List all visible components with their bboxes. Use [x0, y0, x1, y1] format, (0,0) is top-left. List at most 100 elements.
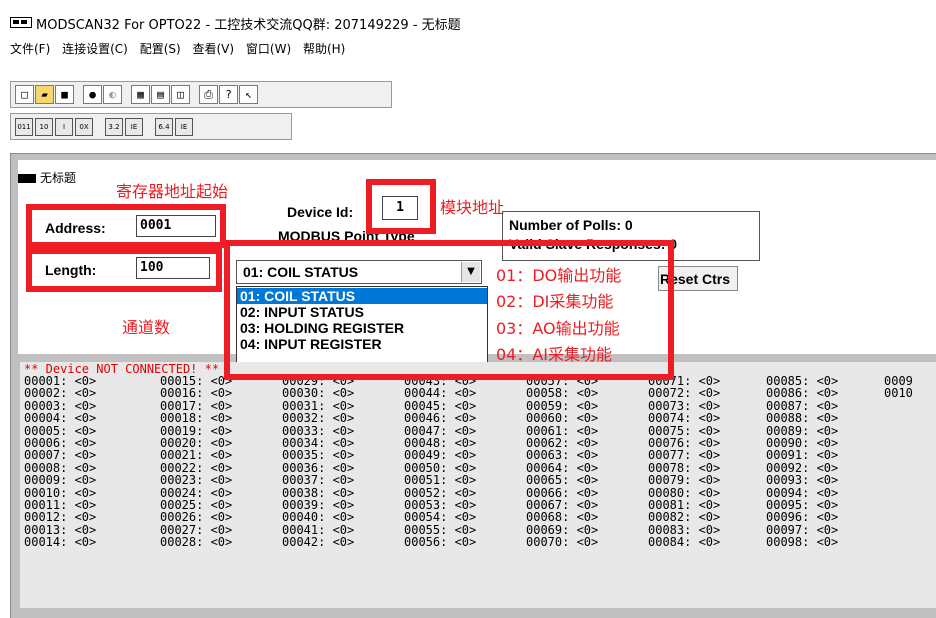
new-file-icon[interactable]: □: [15, 85, 34, 104]
register-cell: 00080: <0>: [648, 485, 721, 500]
address-highlight: [26, 204, 226, 248]
register-cell: 00067: <0>: [526, 498, 599, 512]
register-cell: 00065: <0>: [526, 473, 599, 488]
register-cell: 00034: <0>: [282, 436, 355, 450]
menu-connection[interactable]: 连接设置(C): [62, 42, 128, 56]
child-window-title: 无标题: [40, 171, 77, 185]
register-cell: 00098: <0>: [766, 535, 839, 550]
register-cell: 0010: [884, 386, 913, 401]
register-cell: 00042: <0>: [282, 535, 355, 550]
register-display: ** Device NOT CONNECTED! ** 00001: <0> 00…: [20, 362, 936, 608]
register-cell: 00052: <0>: [404, 485, 477, 500]
new-window-icon[interactable]: ▤: [151, 85, 170, 104]
register-row: 00006: <0> 00020: <0> 00034: <0> 00048: <0>…: [20, 437, 936, 449]
toolbar-main: □ ▰ ■ ● ◐ ▦ ▤ ◫ ⎙ ? ↖: [10, 81, 392, 108]
register-cell: 00056: <0>: [404, 535, 477, 550]
register-row: 00004: <0> 00018: <0> 00032: <0> 00046: <0>…: [20, 412, 936, 424]
register-cell: 00079: <0>: [648, 473, 721, 488]
register-cell: 00011: <0>: [24, 498, 97, 512]
register-cell: 00069: <0>: [526, 522, 599, 537]
register-cell: 00004: <0>: [24, 411, 97, 426]
menu-file[interactable]: 文件(F): [10, 42, 50, 56]
toolbar-format: 011 10 I 0X 3.2 IE 6.4 IE: [10, 113, 292, 140]
register-cell: 00048: <0>: [404, 436, 477, 450]
window-title: MODSCAN32 For OPTO22 - 工控技术交流QQ群: 207149…: [36, 18, 461, 33]
register-cell: 00005: <0>: [24, 423, 97, 438]
disconnect-icon[interactable]: ◐: [103, 85, 122, 104]
register-cell: 00001: <0>: [24, 374, 97, 388]
annotation-address-start: 寄存器地址起始: [116, 182, 229, 201]
register-row: 00012: <0> 00026: <0> 00040: <0> 00054: <0>…: [20, 511, 936, 523]
save-icon[interactable]: ■: [55, 85, 74, 104]
binary-format-icon[interactable]: 011: [15, 118, 33, 136]
swapped-double-icon[interactable]: IE: [175, 118, 193, 136]
tile-windows-icon[interactable]: ◫: [171, 85, 190, 104]
context-help-icon[interactable]: ↖: [239, 85, 258, 104]
menu-window[interactable]: 窗口(W): [246, 42, 291, 56]
register-cell: 00051: <0>: [404, 473, 477, 488]
float-format-icon[interactable]: 3.2: [105, 118, 123, 136]
register-cell: 00090: <0>: [766, 436, 839, 450]
register-cell: 00093: <0>: [766, 473, 839, 488]
register-cell: 00009: <0>: [24, 473, 97, 488]
connect-icon[interactable]: ●: [83, 85, 102, 104]
open-folder-icon[interactable]: ▰: [35, 85, 54, 104]
menu-help[interactable]: 帮助(H): [303, 42, 345, 56]
register-row: 00008: <0> 00022: <0> 00036: <0> 00050: <0>…: [20, 462, 936, 474]
register-cell: 00059: <0>: [526, 398, 599, 413]
menu-view[interactable]: 查看(V): [193, 42, 235, 56]
register-cell: 00013: <0>: [24, 522, 97, 537]
register-cell: 00047: <0>: [404, 423, 477, 438]
register-row: 00009: <0> 00023: <0> 00037: <0> 00051: <0>…: [20, 474, 936, 486]
register-cell: 00070: <0>: [526, 535, 599, 550]
annotation-func-ao: 03：AO输出功能: [496, 319, 620, 338]
register-cell: 00073: <0>: [648, 398, 721, 413]
register-cell: 00016: <0>: [160, 386, 233, 401]
register-cell: 00095: <0>: [766, 498, 839, 512]
register-cell: 00037: <0>: [282, 473, 355, 488]
hex-format-icon[interactable]: 0X: [75, 118, 93, 136]
menu-bar: 文件(F) 连接设置(C) 配置(S) 查看(V) 窗口(W) 帮助(H): [10, 40, 353, 57]
double-format-icon[interactable]: 6.4: [155, 118, 173, 136]
register-cell: 00092: <0>: [766, 460, 839, 475]
register-cell: 00055: <0>: [404, 522, 477, 537]
menu-setup[interactable]: 配置(S): [140, 42, 181, 56]
register-row: 00013: <0> 00027: <0> 00041: <0> 00055: <0>…: [20, 524, 936, 536]
register-cell: 00010: <0>: [24, 485, 97, 500]
register-row: 00007: <0> 00021: <0> 00035: <0> 00049: <0>…: [20, 449, 936, 461]
annotation-func-do: 01：DO输出功能: [496, 266, 622, 285]
register-row: 00010: <0> 00024: <0> 00038: <0> 00052: <0>…: [20, 487, 936, 499]
integer-format-icon[interactable]: I: [55, 118, 73, 136]
register-cell: 00044: <0>: [404, 386, 477, 401]
register-row: 00003: <0> 00017: <0> 00031: <0> 00045: <0>…: [20, 400, 936, 412]
register-cell: 00050: <0>: [404, 460, 477, 475]
register-cell: 00036: <0>: [282, 460, 355, 475]
register-cell: 00002: <0>: [24, 386, 97, 401]
register-cell: 00038: <0>: [282, 485, 355, 500]
swapped-float-icon[interactable]: IE: [125, 118, 143, 136]
register-cell: 00074: <0>: [648, 411, 721, 426]
register-cell: 00082: <0>: [648, 510, 721, 525]
register-cell: 00021: <0>: [160, 448, 233, 463]
about-icon[interactable]: ?: [219, 85, 238, 104]
print-icon[interactable]: ⎙: [199, 85, 218, 104]
register-cell: 00075: <0>: [648, 423, 721, 438]
register-cell: 00035: <0>: [282, 448, 355, 463]
register-cell: 00003: <0>: [24, 398, 97, 413]
register-row: 00011: <0> 00025: <0> 00039: <0> 00053: <0>…: [20, 499, 936, 511]
register-cell: 00064: <0>: [526, 460, 599, 475]
register-cell: 00066: <0>: [526, 485, 599, 500]
register-cell: 00091: <0>: [766, 448, 839, 463]
register-cell: 00084: <0>: [648, 535, 721, 550]
register-cell: 00014: <0>: [24, 535, 97, 550]
register-cell: 00007: <0>: [24, 448, 97, 463]
register-cell: 00012: <0>: [24, 510, 97, 525]
register-cell: 00086: <0>: [766, 386, 839, 401]
app-icon: [10, 17, 32, 28]
display-options-icon[interactable]: ▦: [131, 85, 150, 104]
register-cell: 00062: <0>: [526, 436, 599, 450]
register-cell: 00017: <0>: [160, 398, 233, 413]
register-cell: 00032: <0>: [282, 411, 355, 426]
register-cell: 00089: <0>: [766, 423, 839, 438]
decimal-format-icon[interactable]: 10: [35, 118, 53, 136]
